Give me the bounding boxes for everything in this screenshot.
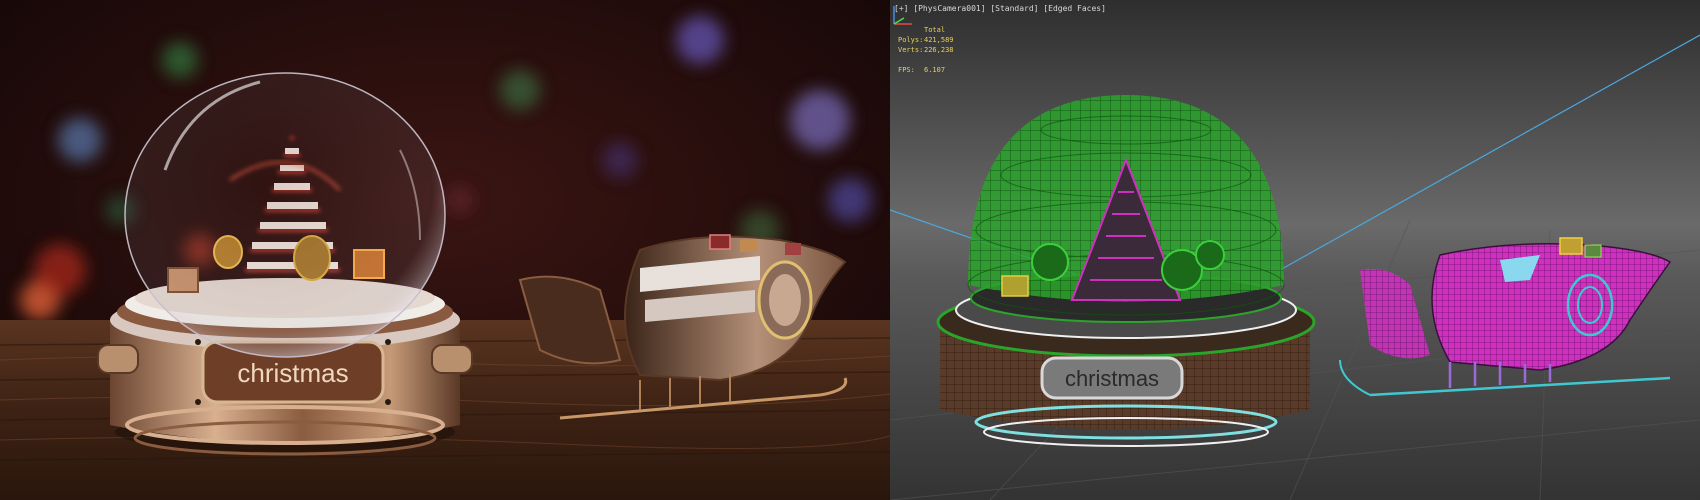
- viewport-statistics: Total Polys: 421,589 Verts: 226,238 FPS: 6.…: [898, 25, 954, 75]
- stats-verts-label: Verts:: [898, 46, 924, 54]
- stats-total-label: Total: [924, 26, 946, 34]
- stats-verts-value: 226,238: [924, 46, 954, 54]
- plaque-text: christmas: [1065, 366, 1159, 391]
- axis-gizmo-icon: [893, 6, 912, 25]
- stats-fps-label: FPS:: [898, 66, 915, 74]
- render-scene: christmas: [0, 0, 890, 500]
- stats-polys-value: 421,589: [924, 36, 954, 44]
- plaque-text: christmas: [237, 358, 348, 388]
- stats-fps-value: 6.107: [924, 66, 946, 74]
- render-panel: christmas: [0, 0, 890, 500]
- viewport-panel[interactable]: christmas [+] [PhysCamera001] [Standard]…: [890, 0, 1700, 500]
- stats-polys-label: Polys:: [898, 36, 924, 44]
- viewport-scene: christmas: [890, 0, 1700, 500]
- glass-dome: [124, 72, 446, 358]
- viewport-label[interactable]: [+] [PhysCamera001] [Standard] [Edged Fa…: [894, 4, 1106, 13]
